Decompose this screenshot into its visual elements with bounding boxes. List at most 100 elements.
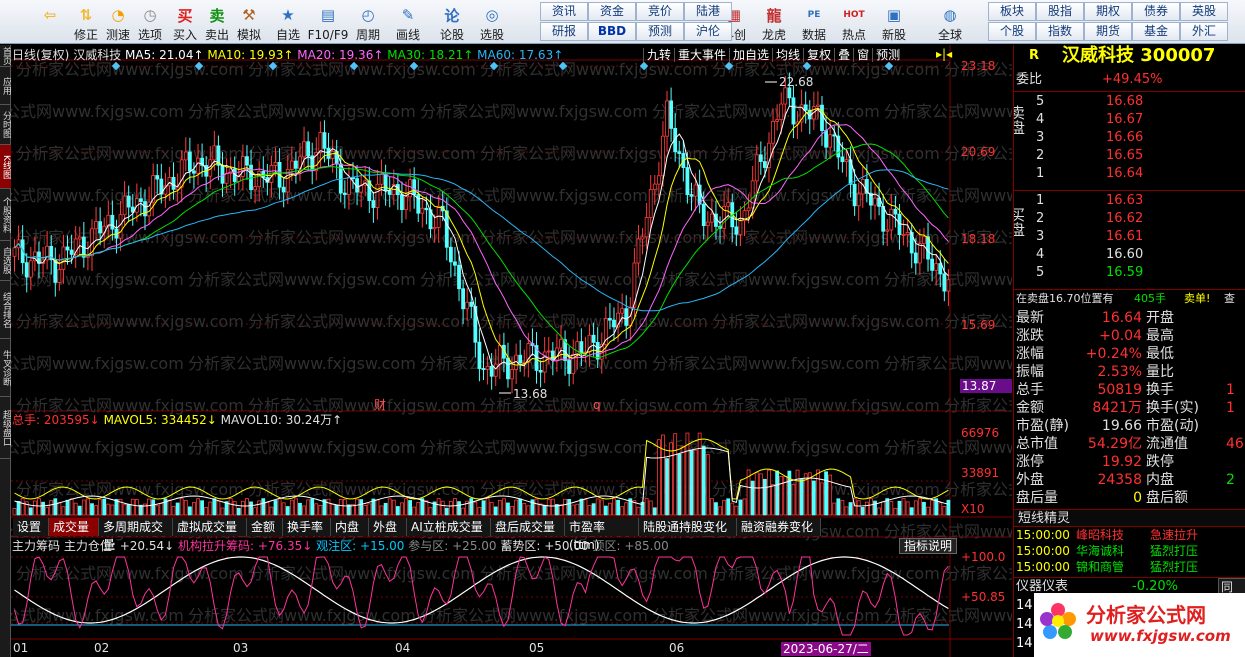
nav-button[interactable]: 英股 bbox=[1180, 2, 1228, 21]
toolbar-sell-button[interactable]: 卖卖出 bbox=[201, 1, 233, 43]
volume-bar[interactable] bbox=[648, 500, 653, 516]
indicator-tab[interactable]: 外盘 bbox=[369, 518, 407, 536]
volume-bar[interactable] bbox=[669, 442, 673, 516]
volume-bar[interactable] bbox=[37, 498, 41, 516]
volume-bar[interactable] bbox=[273, 500, 278, 516]
candle-body[interactable] bbox=[302, 141, 306, 158]
volume-bar[interactable] bbox=[334, 504, 339, 516]
volume-bar[interactable] bbox=[587, 505, 592, 516]
volume-bar[interactable] bbox=[114, 499, 119, 516]
nav-button[interactable]: 个股 bbox=[988, 22, 1036, 41]
candle-body[interactable] bbox=[942, 273, 947, 292]
volume-bar[interactable] bbox=[453, 498, 457, 516]
volume-bar[interactable] bbox=[661, 434, 665, 516]
volume-bar[interactable] bbox=[94, 505, 98, 516]
volume-bar[interactable] bbox=[240, 500, 245, 516]
indicator-tab[interactable]: 市盈率(ttm) bbox=[565, 518, 639, 552]
candle-body[interactable] bbox=[126, 195, 131, 208]
candle-body[interactable] bbox=[118, 214, 123, 239]
candle-body[interactable] bbox=[636, 238, 641, 264]
volume-bar[interactable] bbox=[946, 499, 951, 516]
indicator-tab[interactable]: 内盘 bbox=[331, 518, 369, 536]
volume-bar[interactable] bbox=[807, 472, 812, 516]
volume-bar[interactable] bbox=[49, 500, 54, 516]
sell-level[interactable]: 1 16.64 bbox=[1014, 165, 1245, 183]
volume-bar[interactable] bbox=[844, 506, 849, 516]
volume-bar[interactable] bbox=[330, 503, 335, 516]
volume-bar[interactable] bbox=[864, 501, 869, 516]
candle-body[interactable] bbox=[400, 194, 404, 210]
candle-body[interactable] bbox=[816, 104, 820, 108]
candle-body[interactable] bbox=[281, 186, 286, 193]
candle-body[interactable] bbox=[803, 104, 808, 111]
chart-button[interactable]: 预测 bbox=[872, 48, 903, 62]
candle-body[interactable] bbox=[122, 195, 127, 216]
volume-bar[interactable] bbox=[359, 499, 364, 516]
volume-bar[interactable] bbox=[249, 501, 253, 516]
candle-body[interactable] bbox=[453, 261, 457, 266]
volume-bar[interactable] bbox=[599, 499, 604, 516]
volume-bar[interactable] bbox=[130, 498, 135, 516]
volume-bar[interactable] bbox=[16, 500, 21, 516]
volume-bar[interactable] bbox=[656, 439, 661, 516]
candle-body[interactable] bbox=[856, 193, 861, 207]
volume-bar[interactable] bbox=[612, 498, 616, 516]
candle-body[interactable] bbox=[665, 100, 669, 137]
candle-body[interactable] bbox=[477, 341, 482, 369]
candle-body[interactable] bbox=[852, 183, 857, 207]
candle-body[interactable] bbox=[917, 243, 922, 264]
volume-bar[interactable] bbox=[542, 504, 547, 516]
candle-body[interactable] bbox=[828, 134, 833, 148]
volume-bar[interactable] bbox=[232, 501, 237, 516]
candle-body[interactable] bbox=[481, 368, 486, 370]
volume-bar[interactable] bbox=[461, 507, 466, 516]
candle-body[interactable] bbox=[840, 156, 845, 163]
candle-body[interactable] bbox=[98, 221, 103, 234]
side-tab[interactable]: 分时图 bbox=[0, 105, 11, 145]
candle-body[interactable] bbox=[567, 360, 572, 374]
candle-body[interactable] bbox=[375, 183, 380, 208]
volume-bar[interactable] bbox=[338, 498, 343, 516]
indicator-tab[interactable]: 成交量 bbox=[49, 518, 99, 536]
volume-bar[interactable] bbox=[905, 501, 910, 516]
volume-bar[interactable] bbox=[159, 503, 164, 516]
nav-button[interactable]: 预测 bbox=[636, 22, 684, 41]
volume-bar[interactable] bbox=[820, 482, 824, 516]
candle-body[interactable] bbox=[652, 183, 657, 190]
volume-bar[interactable] bbox=[881, 501, 886, 516]
volume-bar[interactable] bbox=[12, 508, 17, 516]
chart-button[interactable]: 叠 bbox=[834, 48, 853, 62]
candle-body[interactable] bbox=[273, 161, 278, 166]
volume-bar[interactable] bbox=[395, 506, 400, 516]
candle-body[interactable] bbox=[893, 208, 898, 215]
sell-level[interactable]: 5 16.68 bbox=[1014, 93, 1245, 111]
volume-bar[interactable] bbox=[289, 499, 294, 516]
volume-bar[interactable] bbox=[799, 479, 804, 516]
toolbar-select-stock-button[interactable]: ◎ 选股 bbox=[476, 1, 508, 43]
volume-bar[interactable] bbox=[534, 498, 539, 516]
volume-bar[interactable] bbox=[28, 507, 33, 516]
volume-bar[interactable] bbox=[61, 506, 66, 516]
volume-bar[interactable] bbox=[493, 506, 498, 516]
volume-bar[interactable] bbox=[212, 498, 217, 516]
volume-bar[interactable] bbox=[742, 498, 747, 516]
volume-bar[interactable] bbox=[909, 507, 914, 516]
volume-bar[interactable] bbox=[469, 498, 474, 516]
candle-body[interactable] bbox=[783, 87, 788, 105]
volume-bar[interactable] bbox=[856, 500, 861, 516]
volume-bar[interactable] bbox=[722, 499, 727, 516]
volume-bar[interactable] bbox=[652, 507, 657, 516]
candle-body[interactable] bbox=[24, 262, 29, 278]
nav-button[interactable]: 资金 bbox=[588, 2, 636, 21]
candle-body[interactable] bbox=[624, 308, 629, 326]
volume-bar[interactable] bbox=[567, 499, 572, 516]
volume-bar[interactable] bbox=[342, 498, 347, 516]
event-marker[interactable]: q bbox=[593, 398, 601, 412]
candle-body[interactable] bbox=[110, 214, 115, 230]
sprite-item[interactable]: 15:00:00 峰昭科技 急速拉升 bbox=[1014, 527, 1245, 543]
candle-body[interactable] bbox=[656, 175, 661, 185]
volume-bar[interactable] bbox=[257, 500, 262, 516]
candle-body[interactable] bbox=[693, 184, 698, 197]
candle-body[interactable] bbox=[506, 357, 510, 380]
candle-body[interactable] bbox=[322, 132, 327, 149]
